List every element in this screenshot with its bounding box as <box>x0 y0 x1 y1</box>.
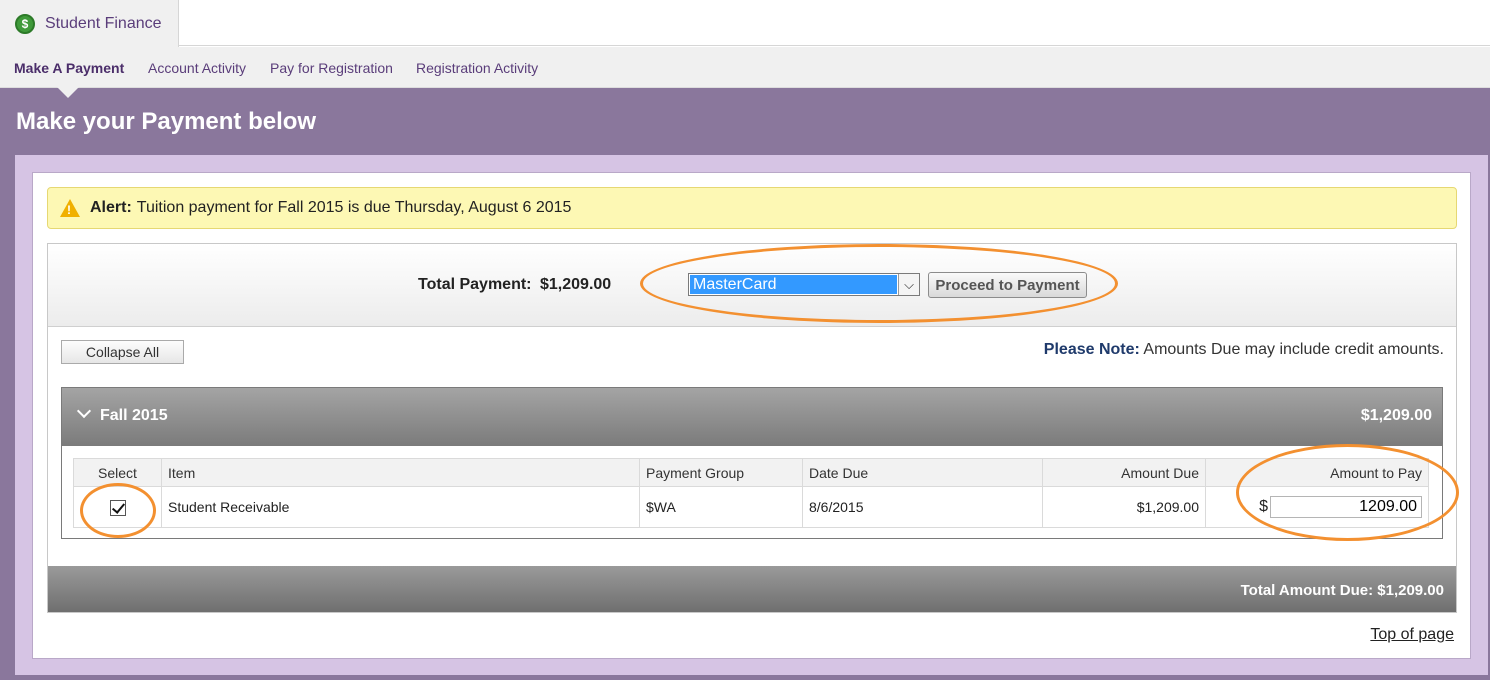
page-title: Make your Payment below <box>16 108 317 135</box>
term-amount: $1,209.00 <box>1360 407 1432 424</box>
app-tab-student-finance[interactable]: $ Student Finance <box>0 0 179 47</box>
alert-banner: ! Alert: Tuition payment for Fall 2015 i… <box>47 187 1457 229</box>
payment-panel: ! Alert: Tuition payment for Fall 2015 i… <box>32 172 1471 659</box>
chevron-down-icon[interactable] <box>76 403 92 419</box>
table-header-row: Select Item Payment Group Date Due Amoun… <box>73 458 1429 487</box>
items-table: Select Item Payment Group Date Due Amoun… <box>73 458 1429 528</box>
nav-make-a-payment[interactable]: Make A Payment <box>14 60 124 76</box>
select-checkbox[interactable] <box>109 499 126 516</box>
alert-message: Tuition payment for Fall 2015 is due Thu… <box>136 199 572 216</box>
payment-header: Total Payment: $1,209.00 MasterCard ⌵ Pr… <box>48 244 1456 327</box>
nav-pay-for-registration[interactable]: Pay for Registration <box>270 60 393 76</box>
total-amount-due: Total Amount Due: $1,209.00 <box>1240 582 1444 599</box>
item-cell: Student Receivable <box>161 486 640 528</box>
active-nav-caret <box>57 87 79 98</box>
currency-symbol: $ <box>1259 498 1268 515</box>
col-payment-group: Payment Group <box>639 458 803 487</box>
credit-note: Please Note: Amounts Due may include cre… <box>1044 341 1444 359</box>
note-label: Please Note: <box>1043 341 1140 358</box>
dollar-icon: $ <box>15 13 35 34</box>
col-amount-to-pay: Amount to Pay <box>1205 458 1429 487</box>
note-text: Amounts Due may include credit amounts. <box>1143 341 1444 358</box>
top-of-page-link[interactable]: Top of page <box>1370 626 1454 644</box>
collapse-all-button[interactable]: Collapse All <box>61 340 184 364</box>
amount-due-cell: $1,209.00 <box>1042 486 1206 528</box>
nav-account-activity[interactable]: Account Activity <box>148 60 246 76</box>
amount-to-pay-wrapper: $ <box>1212 496 1422 518</box>
date-due-cell: 8/6/2015 <box>802 486 1043 528</box>
app-tab-bar: $ Student Finance <box>0 0 1490 47</box>
payment-method-select[interactable]: MasterCard ⌵ <box>688 273 920 296</box>
col-date-due: Date Due <box>802 458 1043 487</box>
payment-group-cell: $WA <box>639 486 803 528</box>
warning-icon: ! <box>60 199 80 217</box>
total-amount-due-bar: Total Amount Due: $1,209.00 <box>48 566 1456 612</box>
term-section: Fall 2015 $1,209.00 Select Item Payment … <box>61 387 1443 539</box>
alert-label: Alert: <box>90 199 132 216</box>
page-banner: Make your Payment below ! Alert: Tuition… <box>0 88 1490 680</box>
proceed-to-payment-button[interactable]: Proceed to Payment <box>928 272 1087 298</box>
chevron-down-icon[interactable]: ⌵ <box>898 274 919 295</box>
term-header[interactable]: Fall 2015 $1,209.00 <box>62 388 1442 446</box>
sub-navigation: Make A Payment Account Activity Pay for … <box>0 47 1490 88</box>
col-amount-due: Amount Due <box>1042 458 1206 487</box>
amount-to-pay-input[interactable] <box>1270 496 1422 518</box>
total-payment-label: Total Payment: <box>418 276 532 293</box>
nav-registration-activity[interactable]: Registration Activity <box>416 60 538 76</box>
payment-panel-frame: ! Alert: Tuition payment for Fall 2015 i… <box>15 155 1488 675</box>
term-name: Fall 2015 <box>100 407 168 424</box>
payment-box: Total Payment: $1,209.00 MasterCard ⌵ Pr… <box>47 243 1457 613</box>
app-title: Student Finance <box>45 14 162 32</box>
total-payment-value: $1,209.00 <box>540 276 612 293</box>
payment-method-value: MasterCard <box>690 275 897 294</box>
amount-to-pay-cell: $ <box>1205 486 1429 528</box>
table-row: Student Receivable $WA 8/6/2015 $1,209.0… <box>73 486 1429 528</box>
select-cell <box>73 486 162 528</box>
col-item: Item <box>161 458 640 487</box>
col-select: Select <box>73 458 162 487</box>
